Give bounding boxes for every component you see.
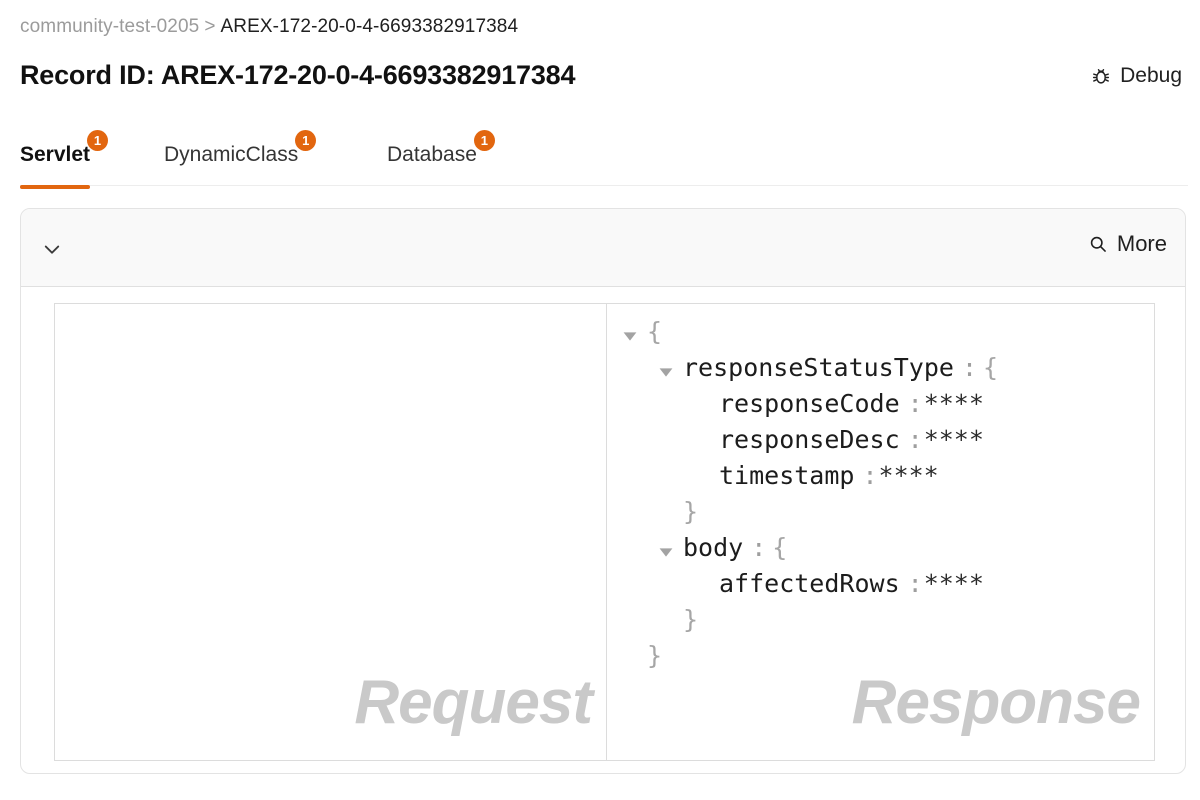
- debug-button[interactable]: Debug: [1090, 64, 1182, 88]
- tab-servlet[interactable]: Servlet 1: [20, 130, 109, 189]
- record-card: More Request {responseStatusType:{respon…: [20, 208, 1186, 774]
- json-row: timestamp: ****: [619, 458, 1154, 494]
- json-colon: :: [862, 461, 878, 490]
- json-key: timestamp: [719, 461, 855, 490]
- json-row: {: [619, 314, 1154, 350]
- json-brace: }: [683, 497, 699, 526]
- json-colon: :: [907, 389, 923, 418]
- tab-database-label: Database: [387, 143, 477, 166]
- json-value: ****: [923, 389, 984, 418]
- response-pane[interactable]: {responseStatusType:{responseCode: **** re…: [606, 304, 1154, 760]
- json-key: responseStatusType: [683, 353, 954, 382]
- more-label: More: [1116, 231, 1167, 256]
- json-row: }: [619, 494, 1154, 530]
- card-header: More: [21, 209, 1185, 287]
- breadcrumb: community-test-0205 > AREX-172-20-0-4-6693…: [20, 16, 518, 38]
- json-colon: :: [961, 353, 977, 382]
- json-row: }: [619, 602, 1154, 638]
- tab-servlet-label: Servlet: [20, 143, 91, 166]
- json-brace: {: [983, 353, 999, 382]
- tab-database-badge: 1: [473, 130, 495, 151]
- tab-dynamicclass[interactable]: DynamicClass 1: [164, 130, 317, 171]
- json-row: responseCode: ****: [619, 386, 1154, 422]
- request-response-panes: Request {responseStatusType:{responseCod…: [54, 303, 1155, 761]
- json-key: responseDesc: [719, 425, 900, 454]
- json-row: responseDesc: ****: [619, 422, 1154, 458]
- more-button[interactable]: More: [1088, 231, 1167, 257]
- json-brace: }: [647, 641, 663, 670]
- json-colon: :: [907, 569, 923, 598]
- json-brace: {: [647, 317, 663, 346]
- page-title: Record ID: AREX-172-20-0-4-6693382917384: [20, 60, 576, 90]
- response-tree: {responseStatusType:{responseCode: **** re…: [619, 314, 1154, 674]
- debug-label: Debug: [1120, 64, 1182, 87]
- caret-down-icon[interactable]: [655, 357, 677, 379]
- title-row: Record ID: AREX-172-20-0-4-6693382917384…: [0, 60, 1200, 100]
- json-value: ****: [923, 425, 984, 454]
- json-row: body:{: [619, 530, 1154, 566]
- json-value: ****: [923, 569, 984, 598]
- json-key: affectedRows: [719, 569, 900, 598]
- tab-dynamicclass-badge: 1: [295, 130, 317, 151]
- tab-servlet-underline: [20, 185, 91, 189]
- json-colon: :: [751, 533, 767, 562]
- chevron-down-icon[interactable]: [37, 234, 67, 264]
- search-icon: [1088, 234, 1108, 254]
- request-pane[interactable]: Request: [55, 304, 606, 760]
- bug-icon: [1090, 65, 1112, 87]
- breadcrumb-current: AREX-172-20-0-4-6693382917384: [220, 16, 519, 37]
- tab-bar-rule: [20, 185, 1188, 186]
- json-brace: }: [683, 605, 699, 634]
- json-brace: {: [772, 533, 788, 562]
- json-colon: :: [907, 425, 923, 454]
- tab-dynamicclass-label: DynamicClass: [164, 143, 299, 166]
- caret-down-icon[interactable]: [655, 537, 677, 559]
- request-watermark: Request: [354, 668, 593, 737]
- response-watermark: Response: [851, 668, 1141, 737]
- tab-servlet-badge: 1: [87, 130, 109, 151]
- json-key: responseCode: [719, 389, 900, 418]
- tab-database[interactable]: Database 1: [387, 130, 495, 171]
- json-row: affectedRows: ****: [619, 566, 1154, 602]
- tab-bar: Servlet 1 DynamicClass 1 Database 1: [0, 128, 1200, 189]
- json-key: body: [683, 533, 744, 562]
- json-value: ****: [878, 461, 939, 490]
- breadcrumb-separator: >: [204, 16, 216, 37]
- breadcrumb-parent[interactable]: community-test-0205: [20, 16, 199, 37]
- caret-down-icon[interactable]: [619, 321, 641, 343]
- json-row: responseStatusType:{: [619, 350, 1154, 386]
